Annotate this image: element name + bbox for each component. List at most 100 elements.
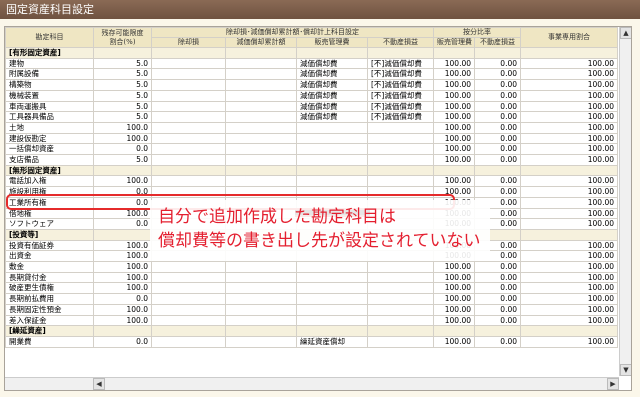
cell-ratio-non-op[interactable]: 0.00 bbox=[474, 303, 521, 316]
cell-accumulated[interactable] bbox=[225, 303, 297, 316]
header-non-operating[interactable]: 不動産損益 bbox=[367, 37, 434, 48]
cell-ratio-non-op[interactable]: 0.00 bbox=[474, 57, 521, 70]
vertical-scrollbar[interactable]: ▲ ▼ bbox=[619, 27, 631, 376]
cell-business-ratio[interactable]: 100.00 bbox=[520, 303, 618, 316]
cell-business-ratio[interactable]: 100.00 bbox=[520, 100, 618, 113]
cell-limit[interactable]: 100.0 bbox=[93, 303, 152, 316]
cell-accumulated[interactable] bbox=[225, 79, 297, 91]
cell-limit[interactable]: 0.0 bbox=[93, 218, 152, 230]
scroll-left-icon[interactable]: ◀ bbox=[93, 378, 105, 390]
cell-ratio-non-op[interactable]: 0.00 bbox=[474, 186, 521, 198]
cell-limit[interactable]: 5.0 bbox=[93, 79, 152, 91]
cell-limit[interactable]: 5.0 bbox=[93, 154, 152, 166]
cell-sga[interactable] bbox=[296, 143, 368, 156]
cell-ratio-non-op[interactable]: 0.00 bbox=[474, 271, 521, 284]
table-row[interactable]: 車両運搬具 5.0 減価償却費 [不]減価償却費 100.00 0.00 100.00 bbox=[5, 100, 618, 113]
cell-non-operating[interactable]: [不]減価償却費 bbox=[367, 100, 434, 113]
header-account[interactable]: 勘定科目 bbox=[5, 27, 94, 48]
cell-ratio-sga[interactable]: 100.00 bbox=[433, 186, 475, 198]
cell-disposal-loss[interactable] bbox=[151, 132, 226, 145]
cell-limit[interactable]: 100.0 bbox=[93, 207, 152, 220]
cell-ratio-sga[interactable]: 100.00 bbox=[433, 261, 475, 273]
cell-non-operating[interactable] bbox=[367, 175, 434, 188]
cell-accumulated[interactable] bbox=[225, 271, 297, 284]
cell-disposal-loss[interactable] bbox=[151, 68, 226, 81]
cell-non-operating[interactable] bbox=[367, 303, 434, 316]
cell-accumulated[interactable] bbox=[225, 186, 297, 198]
cell-non-operating[interactable]: [不]減価償却費 bbox=[367, 68, 434, 81]
cell-ratio-sga[interactable]: 100.00 bbox=[433, 271, 475, 284]
cell-disposal-loss[interactable] bbox=[151, 57, 226, 70]
cell-ratio-sga[interactable]: 100.00 bbox=[433, 132, 475, 145]
cell-ratio-non-op[interactable]: 0.00 bbox=[474, 100, 521, 113]
cell-sga[interactable]: 減価償却費 bbox=[296, 111, 368, 123]
cell-disposal-loss[interactable] bbox=[151, 261, 226, 273]
cell-sga[interactable] bbox=[296, 271, 368, 284]
cell-limit[interactable]: 100.0 bbox=[93, 132, 152, 145]
cell-disposal-loss[interactable] bbox=[151, 303, 226, 316]
cell-ratio-non-op[interactable]: 0.00 bbox=[474, 79, 521, 91]
cell-disposal-loss[interactable] bbox=[151, 121, 226, 134]
cell-sga[interactable] bbox=[296, 282, 368, 295]
cell-ratio-sga[interactable]: 100.00 bbox=[433, 314, 475, 327]
header-accumulated[interactable]: 減価償却累計額 bbox=[225, 37, 297, 48]
table-row[interactable]: 開業費 0.0 繰延資産償却 100.00 0.00 100.00 bbox=[5, 335, 618, 348]
cell-business-ratio[interactable]: 100.00 bbox=[520, 132, 618, 145]
cell-ratio-sga[interactable]: 100.00 bbox=[433, 293, 475, 305]
cell-ratio-sga[interactable]: 100.00 bbox=[433, 335, 475, 348]
cell-accumulated[interactable] bbox=[225, 121, 297, 134]
cell-business-ratio[interactable]: 100.00 bbox=[520, 239, 618, 252]
cell-disposal-loss[interactable] bbox=[151, 282, 226, 295]
cell-ratio-non-op[interactable]: 0.00 bbox=[474, 175, 521, 188]
cell-disposal-loss[interactable] bbox=[151, 100, 226, 113]
cell-ratio-non-op[interactable]: 0.00 bbox=[474, 68, 521, 81]
cell-ratio-non-op[interactable]: 0.00 bbox=[474, 121, 521, 134]
cell-non-operating[interactable] bbox=[367, 282, 434, 295]
cell-sga[interactable] bbox=[296, 261, 368, 273]
cell-limit[interactable]: 100.0 bbox=[93, 261, 152, 273]
cell-business-ratio[interactable]: 100.00 bbox=[520, 261, 618, 273]
table-row[interactable]: 電話加入権 100.0 100.00 0.00 100.00 bbox=[5, 175, 618, 188]
cell-business-ratio[interactable]: 100.00 bbox=[520, 68, 618, 81]
cell-sga[interactable] bbox=[296, 121, 368, 134]
section-row[interactable]: [無形固定資産] bbox=[5, 164, 618, 177]
cell-accumulated[interactable] bbox=[225, 111, 297, 123]
cell-non-operating[interactable] bbox=[367, 121, 434, 134]
scroll-up-icon[interactable]: ▲ bbox=[620, 27, 631, 39]
horizontal-scrollbar[interactable]: ◀ ▶ bbox=[5, 377, 619, 390]
cell-ratio-non-op[interactable]: 0.00 bbox=[474, 89, 521, 102]
table-row[interactable]: 構築物 5.0 減価償却費 [不]減価償却費 100.00 0.00 100.00 bbox=[5, 79, 618, 91]
header-ratio-sga[interactable]: 販売管理費 bbox=[433, 37, 475, 48]
cell-accumulated[interactable] bbox=[225, 143, 297, 156]
table-row[interactable]: 長期貸付金 100.0 100.00 0.00 100.00 bbox=[5, 271, 618, 284]
cell-business-ratio[interactable]: 100.00 bbox=[520, 218, 618, 230]
table-row[interactable]: 機械装置 5.0 減価償却費 [不]減価償却費 100.00 0.00 100.00 bbox=[5, 89, 618, 102]
cell-business-ratio[interactable]: 100.00 bbox=[520, 154, 618, 166]
cell-accumulated[interactable] bbox=[225, 89, 297, 102]
cell-sga[interactable] bbox=[296, 154, 368, 166]
cell-accumulated[interactable] bbox=[225, 293, 297, 305]
cell-limit[interactable]: 0.0 bbox=[93, 335, 152, 348]
cell-business-ratio[interactable]: 100.00 bbox=[520, 271, 618, 284]
cell-limit[interactable]: 5.0 bbox=[93, 68, 152, 81]
cell-ratio-sga[interactable]: 100.00 bbox=[433, 282, 475, 295]
table-row[interactable]: 一括償却資産 0.0 100.00 0.00 100.00 bbox=[5, 143, 618, 156]
cell-ratio-sga[interactable]: 100.00 bbox=[433, 68, 475, 81]
header-disposal-loss[interactable]: 除却損 bbox=[151, 37, 226, 48]
cell-ratio-sga[interactable]: 100.00 bbox=[433, 154, 475, 166]
section-row[interactable]: [繰延資産] bbox=[5, 325, 618, 337]
cell-non-operating[interactable] bbox=[367, 143, 434, 156]
cell-business-ratio[interactable]: 100.00 bbox=[520, 314, 618, 327]
cell-sga[interactable]: 減価償却費 bbox=[296, 57, 368, 70]
cell-limit[interactable]: 5.0 bbox=[93, 89, 152, 102]
cell-limit[interactable]: 0.0 bbox=[93, 196, 152, 209]
cell-accumulated[interactable] bbox=[225, 100, 297, 113]
cell-business-ratio[interactable]: 100.00 bbox=[520, 111, 618, 123]
table-row[interactable]: 長期固定性預金 100.0 100.00 0.00 100.00 bbox=[5, 303, 618, 316]
cell-disposal-loss[interactable] bbox=[151, 335, 226, 348]
table-row[interactable]: 破産更生債権 100.0 100.00 0.00 100.00 bbox=[5, 282, 618, 295]
cell-non-operating[interactable] bbox=[367, 293, 434, 305]
cell-accumulated[interactable] bbox=[225, 68, 297, 81]
cell-accumulated[interactable] bbox=[225, 132, 297, 145]
cell-business-ratio[interactable]: 100.00 bbox=[520, 175, 618, 188]
